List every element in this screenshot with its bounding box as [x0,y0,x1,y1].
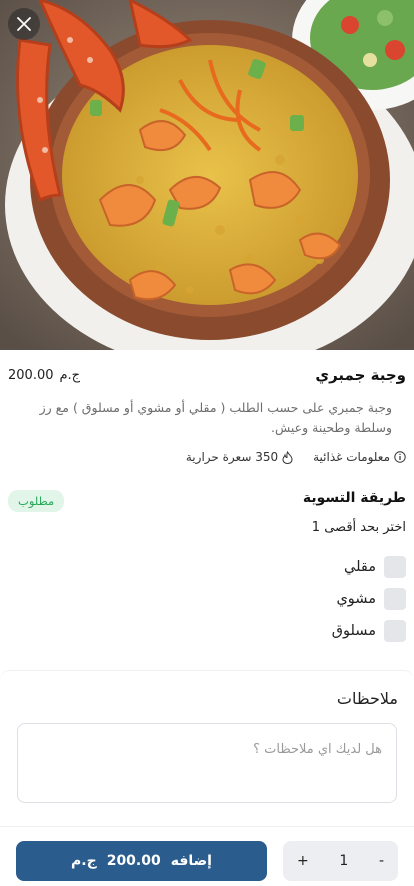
cooking-method-section: طريقة التسوية مطلوب اختر بحد أقصى 1 مقلي… [0,490,414,647]
checkbox[interactable] [384,620,406,642]
add-to-cart-button[interactable]: إضافه 200.00 ج.م [16,841,267,881]
dish-description: وجبة جمبري على حسب الطلب ( مقلي أو مشوي … [39,400,392,435]
decrease-button[interactable]: - [379,853,384,869]
cooking-options: مقلي مشوي مسلوق [0,535,414,647]
dish-info: وجبة جمبري ج.م 200.00 وجبة جمبري على حسب… [0,350,414,464]
option-label: مسلوق [331,623,376,639]
option-label: مقلي [344,559,376,575]
nutrition-row: معلومات غذائية 350 سعرة حرارية [0,438,414,464]
add-price: 200.00 [106,853,161,869]
calories: 350 سعرة حرارية [186,450,293,464]
dish-image [0,0,414,350]
dish-title: وجبة جمبري [315,366,406,384]
currency-label: ج.م [59,367,81,383]
bottom-bar: إضافه 200.00 ج.م + 1 - [0,826,414,886]
flame-icon [282,450,293,464]
option-fried[interactable]: مقلي [8,551,406,583]
checkbox[interactable] [384,556,406,578]
option-label: مشوي [336,591,376,607]
cooking-method-header: طريقة التسوية مطلوب [0,490,414,512]
checkbox[interactable] [384,588,406,610]
notes-title: ملاحظات [336,689,398,708]
calories-label: 350 سعرة حرارية [185,450,279,464]
close-button[interactable] [8,8,40,40]
quantity-value: 1 [339,853,349,869]
quantity-stepper: + 1 - [283,841,398,881]
nutrition-info-label: معلومات غذائية [313,450,390,464]
price-value: 200.00 [8,367,54,383]
add-currency: ج.م [71,853,97,869]
cooking-method-title: طريقة التسوية [302,490,406,506]
increase-button[interactable]: + [297,853,309,869]
title-row: وجبة جمبري ج.م 200.00 [0,350,414,384]
dish-photo [0,0,414,350]
cooking-method-subtitle: اختر بحد أقصى 1 [311,520,406,535]
option-grilled[interactable]: مشوي [8,583,406,615]
option-boiled[interactable]: مسلوق [8,615,406,647]
required-badge: مطلوب [8,490,65,512]
dish-price: ج.م 200.00 [8,368,80,383]
nutrition-info-link[interactable]: معلومات غذائية [313,450,406,464]
notes-card: ملاحظات هل لديك اي ملاحظات ؟ [0,670,414,830]
add-label: إضافه [170,853,212,869]
info-icon [394,451,406,463]
close-icon [17,17,31,31]
notes-input[interactable]: هل لديك اي ملاحظات ؟ [17,723,397,803]
